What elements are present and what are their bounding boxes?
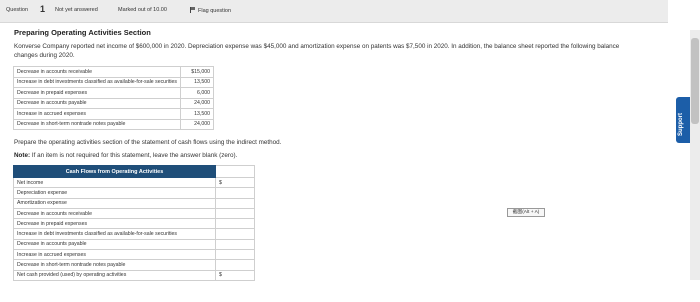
amount-input[interactable] <box>215 228 255 240</box>
scrollbar[interactable] <box>690 30 700 280</box>
table-row: Increase in debt investments classified … <box>12 76 215 88</box>
row-label: Increase in debt investments classified … <box>12 76 182 88</box>
row-label: Decrease in prepaid expenses <box>13 218 216 230</box>
table-row: Decrease in accounts receivable <box>13 207 255 220</box>
screenshot-hint-button[interactable]: 截图(Alt + A) <box>507 208 545 217</box>
question-label: Question <box>6 7 29 13</box>
support-label: Support <box>678 113 684 136</box>
scrollbar-thumb[interactable] <box>691 38 699 124</box>
row-label: Net cash provided (used) by operating ac… <box>13 269 216 281</box>
row-value: 13,500 <box>180 108 215 120</box>
amount-input[interactable]: $ <box>215 269 255 281</box>
question-info-bar: Question 1 Not yet answered Marked out o… <box>0 0 668 23</box>
amount-input[interactable] <box>215 218 255 230</box>
row-value: 6,000 <box>180 87 215 99</box>
question-status: Not yet answered <box>55 7 98 13</box>
row-label: Depreciation expense <box>13 187 216 199</box>
amount-input[interactable]: $ <box>215 176 255 189</box>
instructions-text: Prepare the operating activities section… <box>14 139 282 146</box>
intro-text: Konverse Company reported net income of … <box>14 43 620 59</box>
table-row: Increase in accrued expenses 13,500 <box>12 108 215 120</box>
cash-flow-header: Cash Flows from Operating Activities <box>13 165 216 178</box>
row-label: Increase in debt investments classified … <box>13 228 216 240</box>
row-value: $15,000 <box>180 66 215 78</box>
flag-question-button[interactable]: Flag question <box>190 7 231 14</box>
row-label: Increase in accrued expenses <box>12 108 182 120</box>
row-label: Decrease in accounts receivable <box>13 207 216 220</box>
table-row: Decrease in prepaid expenses <box>13 218 255 230</box>
note-text: Note: If an item is not required for thi… <box>14 152 237 159</box>
note-body: If an item is not required for this stat… <box>31 152 238 159</box>
row-value: 24,000 <box>180 97 215 109</box>
table-row: Increase in accrued expenses <box>13 249 255 261</box>
amount-input[interactable] <box>215 197 255 209</box>
row-label: Decrease in accounts payable <box>13 238 216 251</box>
currency-symbol: $ <box>219 179 222 186</box>
table-row: Decrease in accounts payable 24,000 <box>12 97 215 109</box>
amount-input[interactable] <box>215 207 255 220</box>
row-label: Decrease in prepaid expenses <box>12 87 182 99</box>
row-label: Decrease in short-term nontrade notes pa… <box>12 118 182 130</box>
row-label: Decrease in accounts receivable <box>12 66 182 78</box>
section-title: Preparing Operating Activities Section <box>14 28 151 37</box>
row-label: Amortization expense <box>13 197 216 209</box>
table-row: Net income $ <box>13 176 255 189</box>
table-row: Decrease in prepaid expenses 6,000 <box>12 87 215 99</box>
table-row: Amortization expense <box>13 197 255 209</box>
question-number: 1 <box>40 4 46 14</box>
table-row: Decrease in short-term nontrade notes pa… <box>13 259 255 271</box>
row-label: Net income <box>13 176 216 189</box>
table-row: Decrease in short-term nontrade notes pa… <box>12 118 215 130</box>
amount-input[interactable] <box>215 259 255 271</box>
cash-flow-table: Cash Flows from Operating Activities Net… <box>13 165 255 281</box>
amount-input[interactable] <box>215 187 255 199</box>
table-row: Increase in debt investments classified … <box>13 228 255 240</box>
row-value: 24,000 <box>180 118 215 130</box>
row-label: Increase in accrued expenses <box>13 249 216 261</box>
flag-icon <box>190 7 196 13</box>
balance-changes-table: Decrease in accounts receivable $15,000 I… <box>12 66 215 130</box>
question-marks: Marked out of 10.00 <box>118 7 167 13</box>
note-label: Note: <box>14 152 31 159</box>
amount-input[interactable] <box>215 238 255 251</box>
row-label: Decrease in short-term nontrade notes pa… <box>13 259 216 271</box>
table-row: Decrease in accounts receivable $15,000 <box>12 66 215 78</box>
table-row: Depreciation expense <box>13 187 255 199</box>
currency-symbol: $ <box>219 272 222 279</box>
table-row: Net cash provided (used) by operating ac… <box>13 269 255 281</box>
row-label: Decrease in accounts payable <box>12 97 182 109</box>
flag-question-label: Flag question <box>198 8 232 14</box>
amount-input[interactable] <box>215 249 255 261</box>
table-row: Decrease in accounts payable <box>13 238 255 251</box>
row-value: 13,500 <box>180 76 215 88</box>
